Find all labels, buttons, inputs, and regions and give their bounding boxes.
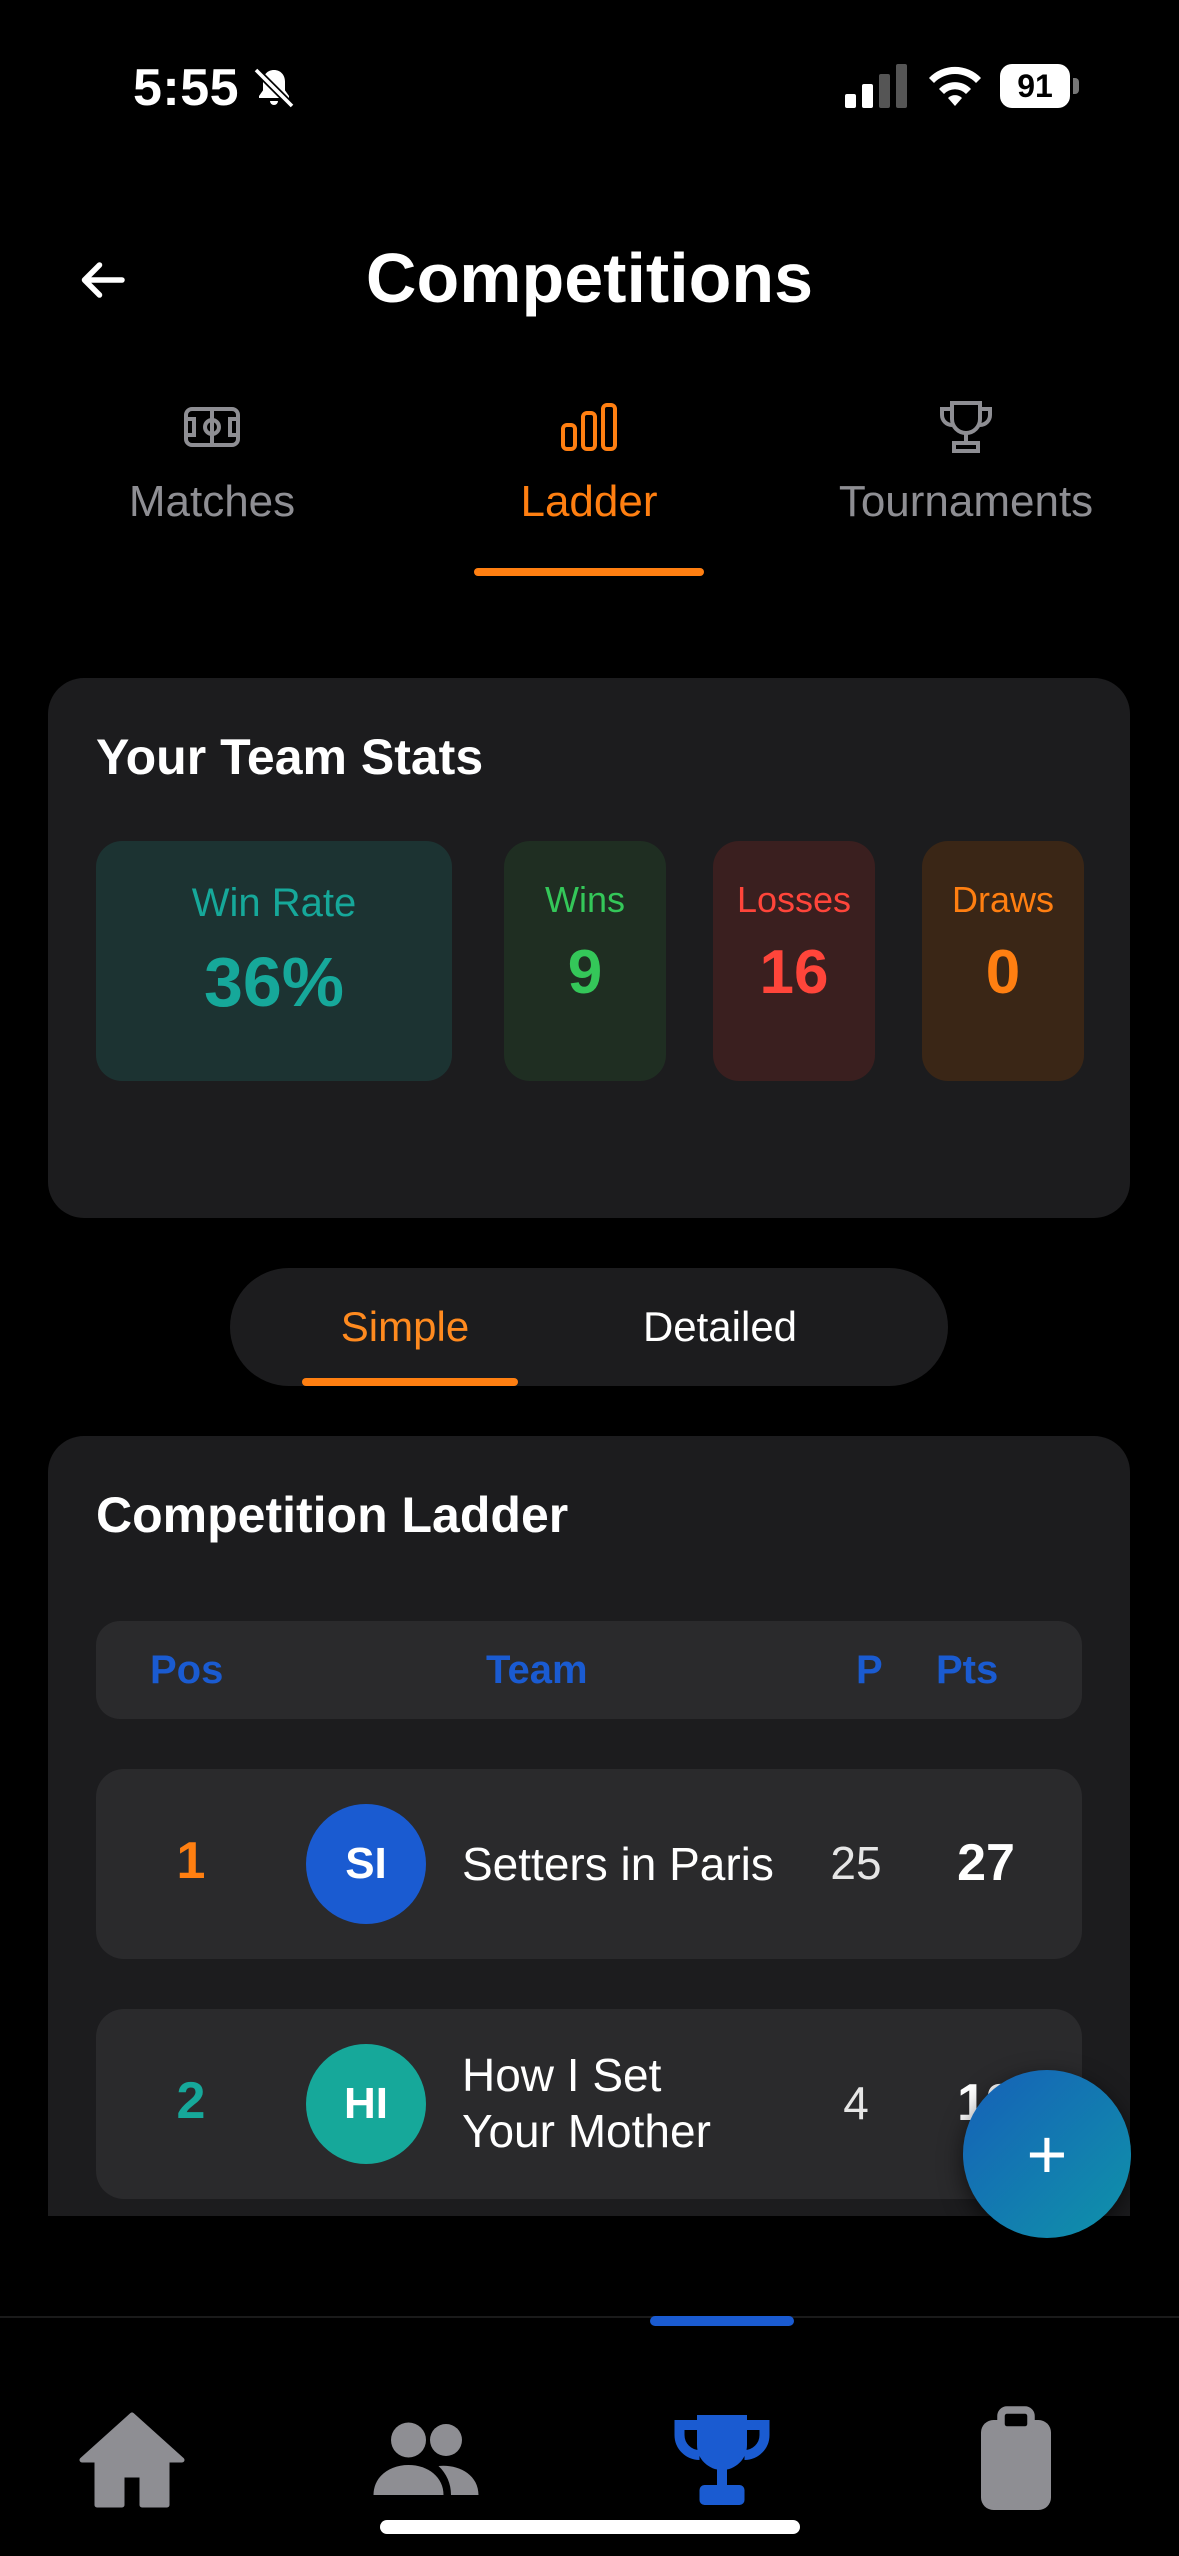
team-name-line-2: Your Mother: [462, 2105, 711, 2157]
nav-competitions[interactable]: [662, 2400, 782, 2520]
ladder-row-2[interactable]: 2 HI How I Set Your Mother 4 12: [96, 2009, 1082, 2199]
nav-divider: [0, 2316, 1179, 2318]
team-played: 25: [830, 1837, 882, 1889]
team-stats-card: Your Team Stats Win Rate 36% Wins 9 Loss…: [48, 678, 1130, 1218]
losses-stat: Losses 16: [713, 841, 875, 1081]
col-played: P: [856, 1648, 883, 1692]
home-icon: [79, 2412, 185, 2508]
team-name: How I Set Your Mother: [462, 2047, 711, 2159]
home-indicator: [380, 2520, 800, 2534]
plus-icon: +: [1026, 2115, 1068, 2193]
battery-indicator: 91: [1000, 64, 1080, 108]
status-time: 5:55: [133, 59, 240, 117]
detailed-view-button[interactable]: Detailed: [590, 1268, 850, 1386]
team-points: 27: [957, 1834, 1015, 1892]
losses-value: 16: [759, 938, 829, 1007]
tab-matches-label: Matches: [128, 477, 296, 526]
view-toggle-indicator: [302, 1378, 518, 1386]
team-stats-title: Your Team Stats: [96, 729, 484, 785]
team-name-line-1: How I Set: [462, 2049, 662, 2101]
wifi-icon: [929, 66, 981, 106]
col-team: Team: [486, 1648, 588, 1692]
people-icon: [373, 2422, 479, 2495]
win-rate-label: Win Rate: [191, 881, 357, 925]
view-toggle: Simple Detailed: [230, 1268, 948, 1386]
team-avatar: HI: [306, 2044, 426, 2164]
row-position: 1: [176, 1832, 206, 1890]
nav-team[interactable]: [366, 2400, 486, 2520]
tab-active-indicator: [474, 568, 704, 576]
ladder-title: Competition Ladder: [96, 1487, 569, 1543]
team-played: 4: [843, 2077, 869, 2129]
win-rate-value: 36%: [203, 943, 345, 1021]
row-position: 2: [176, 2072, 206, 2130]
draws-label: Draws: [951, 879, 1054, 920]
simple-view-button[interactable]: Simple: [290, 1268, 520, 1386]
nav-clipboard[interactable]: [956, 2400, 1076, 2520]
field-icon: [184, 407, 240, 447]
signal-icon: [845, 64, 907, 108]
tab-ladder[interactable]: Ladder: [419, 395, 759, 527]
battery-level: 91: [1000, 64, 1070, 108]
nav-active-indicator: [650, 2316, 794, 2326]
tab-tournaments-label: Tournaments: [838, 477, 1094, 526]
draws-stat: Draws 0: [922, 841, 1084, 1081]
add-button[interactable]: +: [963, 2070, 1131, 2238]
col-pos: Pos: [150, 1648, 224, 1692]
bar-chart-icon: [561, 403, 617, 451]
nav-home[interactable]: [72, 2400, 192, 2520]
draws-value: 0: [985, 938, 1021, 1007]
ladder-header-row: Pos Team P Pts: [96, 1621, 1082, 1719]
bell-muted-icon: [253, 67, 295, 109]
page-title: Competitions: [365, 239, 814, 317]
clipboard-icon: [981, 2406, 1051, 2510]
trophy-icon: [940, 401, 992, 453]
tab-matches[interactable]: Matches: [42, 395, 382, 527]
wins-stat: Wins 9: [504, 841, 666, 1081]
col-points: Pts: [936, 1648, 999, 1692]
tab-tournaments[interactable]: Tournaments: [796, 395, 1136, 527]
losses-label: Losses: [736, 879, 852, 920]
team-avatar: SI: [306, 1804, 426, 1924]
ladder-row-1[interactable]: 1 SI Setters in Paris 25 27: [96, 1769, 1082, 1959]
wins-label: Wins: [545, 879, 625, 920]
team-name: Setters in Paris: [462, 1838, 774, 1890]
tab-ladder-label: Ladder: [520, 477, 658, 526]
win-rate-stat: Win Rate 36%: [96, 841, 452, 1081]
wins-value: 9: [567, 938, 603, 1007]
trophy-icon: [674, 2415, 770, 2505]
